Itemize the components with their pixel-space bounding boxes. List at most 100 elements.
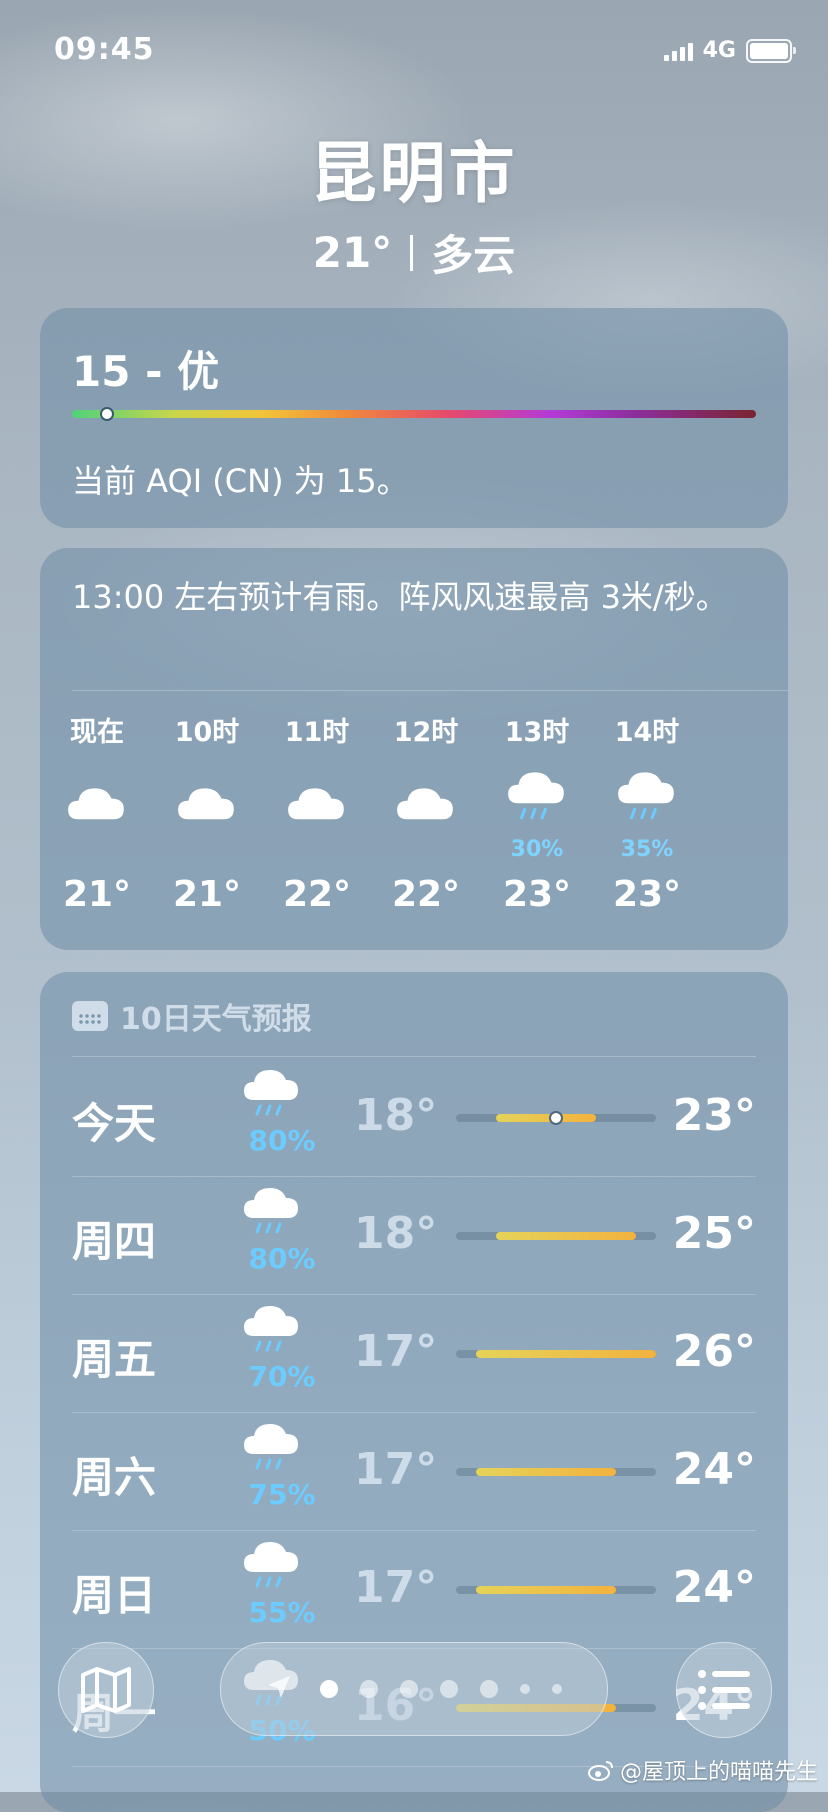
- hourly-item: 14时 35% 23°: [592, 710, 702, 915]
- weibo-icon: [587, 1761, 613, 1781]
- list-icon: [698, 1670, 750, 1710]
- cloud-icon: [42, 774, 152, 854]
- current-temp: 21°: [312, 228, 393, 277]
- cloud-icon: [262, 774, 372, 854]
- hourly-item: 10时 21°: [152, 710, 262, 915]
- temp-range-bar: [496, 1232, 636, 1240]
- battery-icon: [746, 38, 796, 63]
- hour-temp: 23°: [612, 874, 682, 915]
- hour-label: 10时: [174, 717, 240, 748]
- page-dot[interactable]: [360, 1680, 378, 1698]
- daily-header: 10日天气预报: [72, 994, 312, 1038]
- precip-chance: 80%: [248, 1242, 316, 1275]
- day-name: 周四: [72, 1217, 157, 1266]
- calendar-icon: [72, 1001, 108, 1031]
- map-icon: [81, 1667, 131, 1713]
- hourly-item: 现在 21°: [42, 710, 152, 915]
- divider: [410, 234, 414, 271]
- location-header: 昆明市 21° 多云: [0, 120, 828, 283]
- rain-icon: 30%: [482, 772, 592, 862]
- low-temp: 18°: [354, 1090, 438, 1141]
- hour-temp: 22°: [282, 874, 352, 915]
- hourly-item: 12时 22°: [371, 710, 481, 915]
- hourly-summary: 13:00 左右预计有雨。阵风风速最高 3米/秒。: [72, 578, 728, 616]
- temp-range-track: [456, 1350, 656, 1358]
- aqi-description: 当前 AQI (CN) 为 15。: [72, 462, 409, 500]
- low-temp: 17°: [354, 1326, 438, 1377]
- daily-row[interactable]: 周六 75% 17° 24°: [72, 1412, 756, 1531]
- hour-label: 11时: [284, 717, 350, 748]
- watermark: @屋顶上的喵喵先生: [587, 1754, 818, 1786]
- status-time: 09:45: [54, 32, 155, 67]
- temp-range-bar: [496, 1114, 596, 1122]
- temp-range-track: [456, 1111, 656, 1125]
- high-temp: 24°: [672, 1562, 756, 1613]
- current-condition: 多云: [431, 231, 516, 280]
- aqi-bar: [72, 407, 756, 421]
- page-dot[interactable]: [520, 1684, 530, 1694]
- daily-row[interactable]: 今天 80% 18° 23°: [72, 1058, 756, 1177]
- page-dot[interactable]: [552, 1684, 562, 1694]
- day-name: 周日: [72, 1571, 157, 1620]
- low-temp: 17°: [354, 1444, 438, 1495]
- network-type: 4G: [702, 38, 736, 63]
- daily-row[interactable]: 周四 80% 18° 25°: [72, 1176, 756, 1295]
- daily-title: 10日天气预报: [120, 1002, 312, 1037]
- page-dot[interactable]: [480, 1680, 498, 1698]
- list-button[interactable]: [676, 1642, 772, 1738]
- temp-range-track: [456, 1232, 656, 1240]
- page-dot[interactable]: [400, 1680, 418, 1698]
- aqi-value: 15 - 优: [72, 347, 220, 396]
- hour-temp: 22°: [391, 874, 461, 915]
- cloud-icon: [152, 774, 262, 854]
- status-right: 4G: [663, 38, 796, 63]
- hourly-item: 11时 22°: [262, 710, 372, 915]
- temp-range-track: [456, 1468, 656, 1476]
- day-name: 周五: [72, 1335, 157, 1384]
- hour-label: 14时: [614, 717, 680, 748]
- rain-icon: 35%: [592, 772, 702, 862]
- aqi-card[interactable]: 15 - 优 当前 AQI (CN) 为 15。: [40, 308, 788, 528]
- temp-range-bar: [476, 1350, 656, 1358]
- cloud-icon: [371, 774, 481, 854]
- city-name: 昆明市: [310, 135, 518, 212]
- page-dot[interactable]: [320, 1680, 338, 1698]
- precip-chance: 35%: [620, 837, 674, 862]
- high-temp: 26°: [672, 1326, 756, 1377]
- precip-chance: 70%: [248, 1360, 316, 1393]
- precip-chance: 80%: [248, 1124, 316, 1157]
- divider: [72, 690, 788, 691]
- hour-temp: 21°: [172, 874, 242, 915]
- high-temp: 24°: [672, 1444, 756, 1495]
- page-dot[interactable]: [440, 1680, 458, 1698]
- hour-label: 12时: [393, 717, 459, 748]
- watermark-text: @屋顶上的喵喵先生: [619, 1760, 818, 1785]
- location-arrow-icon: [266, 1674, 292, 1704]
- bottom-toolbar: [0, 1620, 828, 1750]
- hourly-forecast-card[interactable]: 13:00 左右预计有雨。阵风风速最高 3米/秒。 现在 21° 10时 21° 11时…: [40, 548, 788, 950]
- current-temp-indicator: [549, 1111, 563, 1125]
- day-name: 周六: [72, 1453, 157, 1502]
- daily-row[interactable]: 周五 70% 17° 26°: [72, 1294, 756, 1413]
- divider: [72, 1056, 756, 1057]
- hour-temp: 21°: [62, 874, 132, 915]
- hour-label: 13时: [504, 717, 570, 748]
- status-bar: 09:45 4G: [0, 30, 828, 70]
- hour-temp: 23°: [502, 874, 572, 915]
- precip-chance: 30%: [510, 837, 564, 862]
- hour-label: 现在: [70, 717, 124, 748]
- day-name: 今天: [72, 1099, 157, 1148]
- map-button[interactable]: [58, 1642, 154, 1738]
- high-temp: 25°: [672, 1208, 756, 1259]
- high-temp: 23°: [672, 1090, 756, 1141]
- page-indicator[interactable]: [220, 1642, 608, 1736]
- temp-range-bar: [476, 1468, 616, 1476]
- temp-range-track: [456, 1586, 656, 1594]
- low-temp: 17°: [354, 1562, 438, 1613]
- hourly-item: 13时 30% 23°: [482, 710, 592, 915]
- temp-range-bar: [476, 1586, 616, 1594]
- signal-icon: [663, 41, 693, 61]
- low-temp: 18°: [354, 1208, 438, 1259]
- aqi-indicator: [99, 407, 114, 421]
- current-conditions: 21° 多云: [0, 222, 828, 283]
